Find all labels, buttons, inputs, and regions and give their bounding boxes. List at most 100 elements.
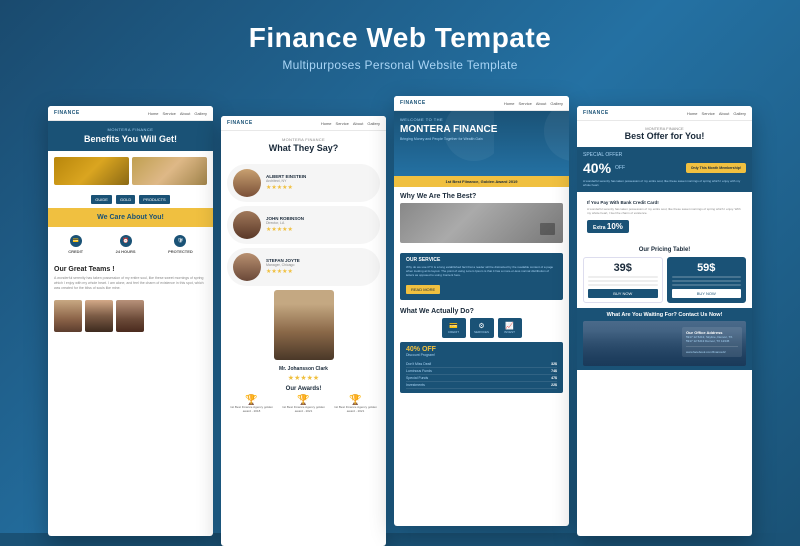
card3-invest-icon: 📈 bbox=[505, 322, 514, 330]
card3-nav-home: Home bbox=[504, 101, 515, 106]
award-1: 🏆 1st Best Finance Agency golden award -… bbox=[227, 395, 276, 414]
card4-off: OFF bbox=[615, 165, 625, 171]
price-1: 39$ bbox=[588, 262, 658, 274]
card2-label: MONTERA FINANCE bbox=[227, 137, 380, 142]
card1-credit-icon: 💳 bbox=[70, 235, 82, 247]
card3-credit-lbl: CREDIT bbox=[448, 330, 459, 334]
card3-row3-val: 47$ bbox=[551, 376, 557, 380]
card3-row-4: Investments 22$ bbox=[406, 382, 557, 389]
testimonial-avatar-3 bbox=[233, 253, 261, 281]
preview-card-2: FINANCE Home Service About Gallery MONTE… bbox=[221, 116, 386, 546]
card1-icon-protected: 🛡 PROTECTED bbox=[168, 235, 193, 254]
preview-card-1: FINANCE Home Service About Gallery MONTE… bbox=[48, 106, 213, 536]
card4-pricing: Our Pricing Table! 39$ BUY NOW 59$ BUY N… bbox=[577, 242, 752, 308]
testimonial-stars-2: ★★★★★ bbox=[266, 226, 374, 233]
card4-pricing-title: Our Pricing Table! bbox=[583, 247, 746, 253]
pricing-cols: 39$ BUY NOW 59$ BUY NOW bbox=[583, 257, 746, 303]
card4-contact-title: What Are You Waiting For? Contact Us Now… bbox=[583, 312, 746, 318]
card1-icon-hours: ⏰ 24 HOURS bbox=[116, 235, 136, 254]
card4-nav-about: About bbox=[719, 111, 729, 116]
card1-btn-gold[interactable]: GOLD bbox=[116, 195, 135, 204]
award-2: 🏆 1st Best Finance Agency golden award -… bbox=[279, 395, 328, 414]
card4-contact-image: Our Office Address 5917 12 5213, Skyline… bbox=[583, 321, 746, 366]
card3-row4-val: 22$ bbox=[551, 383, 557, 387]
card3-nav-gallery: Gallery bbox=[550, 101, 563, 106]
feature-line-5 bbox=[672, 280, 742, 282]
card4-social-text: www.facebook.com/finance22 bbox=[686, 350, 738, 354]
pricing-col-1: 39$ BUY NOW bbox=[583, 257, 663, 303]
card1-team-photos bbox=[48, 296, 213, 336]
card1-teams-title: Our Great Teams ! bbox=[54, 266, 207, 273]
card4-membership-desc: A wonderful serenity has taken possessio… bbox=[583, 179, 746, 187]
card2-nav-home: Home bbox=[321, 121, 332, 126]
buy-btn-2[interactable]: BUY NOW bbox=[672, 289, 742, 298]
card3-service-btn[interactable]: READ MORE bbox=[406, 285, 440, 294]
card4-extra-badge: Extra 10% bbox=[587, 220, 629, 233]
card1-nav-about: About bbox=[180, 111, 190, 116]
card1-nav-home: Home bbox=[148, 111, 159, 116]
extra-badge-label: Extra bbox=[593, 225, 606, 231]
card2-nav-about: About bbox=[353, 121, 363, 126]
award-text-1: 1st Best Finance Agency golden award - 2… bbox=[227, 406, 276, 414]
card3-discount: 40% OFF Discount Program! Don't Miss Dea… bbox=[400, 342, 563, 393]
card1-yellow-title: We Care About You! bbox=[54, 214, 207, 221]
preview-card-3: FINANCE Home Service About Gallery WELCO… bbox=[394, 96, 569, 526]
card3-discount-text: 40% OFF bbox=[406, 346, 557, 353]
card1-protected-icon: 🛡 bbox=[174, 235, 186, 247]
card4-nav-gallery: Gallery bbox=[733, 111, 746, 116]
card4-percent: 40% bbox=[583, 160, 611, 176]
card2-person-name: Mr. Johansson Clark bbox=[221, 364, 386, 374]
card4-nav-links: Home Service About Gallery bbox=[687, 111, 746, 116]
card1-nav-links: Home Service About Gallery bbox=[148, 111, 207, 116]
price-2: 59$ bbox=[672, 262, 742, 274]
card3-services-lbl: SERVICES bbox=[474, 330, 489, 334]
card2-title: What They Say? bbox=[227, 143, 380, 154]
award-text-2: 1st Best Finance Agency golden award - 2… bbox=[279, 406, 328, 414]
testimonial-content-3: STEFAN JOYTE Manager, Chicago ★★★★★ bbox=[266, 258, 374, 275]
card1-btn-products[interactable]: PRODUCTS bbox=[139, 195, 169, 204]
testimonial-stars-3: ★★★★★ bbox=[266, 268, 374, 275]
testimonial-2: JOHN ROBINSON Director, LA ★★★★★ bbox=[227, 206, 380, 244]
card3-row4-label: Investments bbox=[406, 383, 425, 387]
pricing-col-2: 59$ BUY NOW bbox=[667, 257, 747, 303]
card2-header: MONTERA FINANCE What They Say? bbox=[221, 131, 386, 160]
card2-nav-gallery: Gallery bbox=[367, 121, 380, 126]
testimonial-role-1: Architect, NY bbox=[266, 179, 374, 183]
card2-awards: Our Awards! 🏆 1st Best Finance Agency go… bbox=[221, 382, 386, 418]
card1-img-gold bbox=[54, 157, 129, 185]
card4-offer-section: SPECIAL OFFER 40% OFF Only This Month Me… bbox=[577, 147, 752, 192]
testimonial-1: ALBERT EINSTEIN Architect, NY ★★★★★ bbox=[227, 164, 380, 202]
card2-person-stars: ★★★★★ bbox=[221, 374, 386, 382]
card1-btn-guide[interactable]: GUIDE bbox=[91, 195, 112, 204]
card1-protected-label: PROTECTED bbox=[168, 249, 193, 254]
card1-credit-label: CREDIT bbox=[68, 249, 83, 254]
card3-discount-sub: Discount Program! bbox=[406, 353, 557, 357]
card3-image-area bbox=[400, 203, 563, 243]
card4-offer-main: 40% OFF Only This Month Membership! bbox=[583, 160, 746, 176]
card3-credit-icon: 💳 bbox=[449, 322, 458, 330]
card3-our-service: OUR SERVICE Why do we use it? It is a lo… bbox=[400, 253, 563, 300]
page-title: Finance Web Tempate bbox=[0, 22, 800, 54]
card4-extra-text: A wonderful serenity has taken possessio… bbox=[587, 207, 742, 215]
card1-nav-gallery: Gallery bbox=[194, 111, 207, 116]
card3-nav: FINANCE Home Service About Gallery bbox=[394, 96, 569, 111]
card3-hero: WELCOME TO THE MONTERA FINANCE Bringing … bbox=[394, 111, 569, 176]
card3-service-text: Why do we use it? It is a long establish… bbox=[406, 265, 557, 278]
card3-why-section: Why We Are The Best? bbox=[394, 187, 569, 253]
card2-nav-links: Home Service About Gallery bbox=[321, 121, 380, 126]
card4-extra-title: If You Pay With Bank Credit Card! bbox=[587, 200, 742, 205]
card1-hours-label: 24 HOURS bbox=[116, 249, 136, 254]
card4-title: Best Offer for You! bbox=[583, 131, 746, 142]
feature-line-2 bbox=[588, 280, 658, 282]
card1-buttons: GUIDE GOLD PRODUCTS bbox=[48, 191, 213, 208]
buy-btn-1[interactable]: BUY NOW bbox=[588, 289, 658, 298]
card2-nav-service: Service bbox=[336, 121, 349, 126]
testimonial-3: STEFAN JOYTE Manager, Chicago ★★★★★ bbox=[227, 248, 380, 286]
card3-what-section: What We Actually Do? 💳 CREDIT ⚙ SERVICES… bbox=[394, 304, 569, 342]
card3-row-3: Special Funds 47$ bbox=[406, 375, 557, 382]
card3-nav-service: Service bbox=[519, 101, 532, 106]
card2-logo: FINANCE bbox=[227, 120, 253, 126]
card4-nav-home: Home bbox=[687, 111, 698, 116]
card1-icons-row: 💳 CREDIT ⏰ 24 HOURS 🛡 PROTECTED bbox=[48, 229, 213, 260]
card1-img-award bbox=[132, 157, 207, 185]
